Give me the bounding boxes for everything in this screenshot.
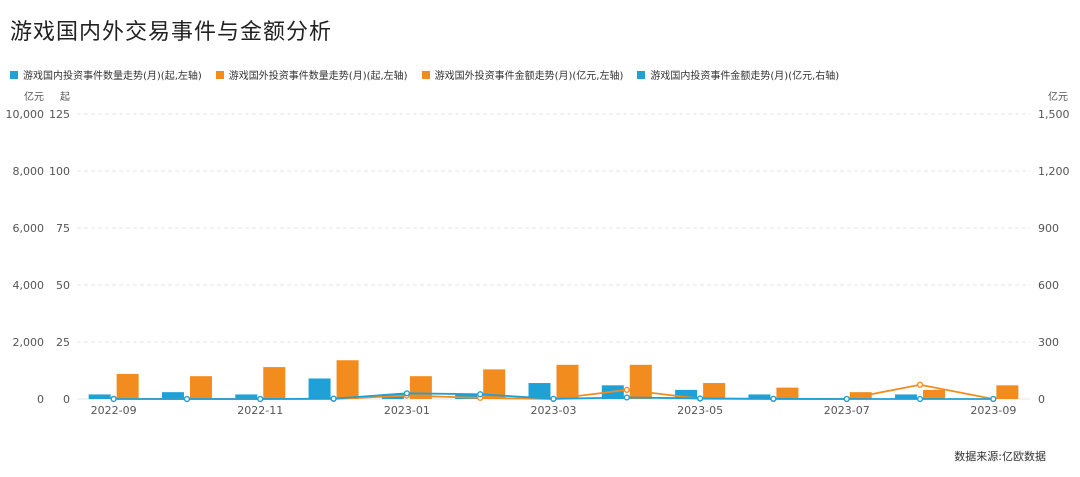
chart-plot: 亿元 起 亿元 0 0 0 2,000 25 300 4,000 50 600 6,000 75 90… xyxy=(6,90,1070,417)
y-tick-left-outer: 6,000 xyxy=(13,222,45,235)
line-point xyxy=(403,390,410,397)
bar xyxy=(116,373,139,399)
line-point xyxy=(257,395,264,403)
left-inner-unit: 起 xyxy=(60,91,70,103)
line-point xyxy=(477,391,484,398)
bar xyxy=(776,387,799,399)
data-source: 数据来源:亿欧数据 xyxy=(954,450,1046,463)
x-tick-label: 2022-11 xyxy=(237,404,283,417)
bar xyxy=(161,392,184,399)
y-tick-left-inner: 100 xyxy=(49,165,70,178)
bar xyxy=(996,385,1019,399)
line-point xyxy=(623,394,630,401)
x-tick-label: 2023-01 xyxy=(384,404,430,417)
bar xyxy=(263,367,286,399)
line-point xyxy=(330,395,337,402)
line-point xyxy=(697,395,704,402)
y-tick-left-inner: 125 xyxy=(49,108,70,121)
bar xyxy=(703,383,726,399)
bar xyxy=(88,394,111,399)
y-tick-left-inner: 75 xyxy=(56,222,70,235)
line-point xyxy=(843,395,850,403)
line-point xyxy=(916,381,924,388)
y-tick-left-outer: 10,000 xyxy=(6,108,45,121)
y-tick-right: 600 xyxy=(1038,279,1059,292)
bar xyxy=(189,376,212,399)
line-point xyxy=(916,395,924,403)
y-tick-right: 1,500 xyxy=(1038,108,1070,121)
bar xyxy=(336,360,359,399)
x-tick-label: 2023-09 xyxy=(970,404,1016,417)
y-tick-left-inner: 25 xyxy=(56,336,70,349)
y-tick-left-outer: 2,000 xyxy=(13,336,45,349)
x-tick-label: 2023-03 xyxy=(531,404,577,417)
bar xyxy=(923,389,946,399)
y-tick-right: 0 xyxy=(1038,393,1045,406)
line-point xyxy=(770,395,777,402)
y-tick-left-inner: 50 xyxy=(56,279,70,292)
x-tick-label: 2023-05 xyxy=(677,404,723,417)
y-tick-right: 1,200 xyxy=(1038,165,1070,178)
bar xyxy=(556,364,579,399)
right-unit: 亿元 xyxy=(1048,90,1068,103)
bar xyxy=(308,378,331,399)
y-tick-left-inner: 0 xyxy=(63,393,70,406)
y-tick-left-outer: 8,000 xyxy=(13,165,45,178)
y-tick-left-outer: 0 xyxy=(37,393,44,406)
y-tick-left-outer: 4,000 xyxy=(13,279,45,292)
y-tick-right: 900 xyxy=(1038,222,1059,235)
line-point xyxy=(550,395,557,402)
line-point xyxy=(623,386,630,393)
bar xyxy=(629,364,652,399)
x-tick-label: 2023-07 xyxy=(824,404,870,417)
line-point xyxy=(183,395,191,403)
left-outer-unit: 亿元 xyxy=(24,90,44,103)
line-point xyxy=(110,395,117,403)
line-point xyxy=(990,395,997,403)
x-tick-label: 2022-09 xyxy=(91,404,137,417)
y-tick-right: 300 xyxy=(1038,336,1059,349)
